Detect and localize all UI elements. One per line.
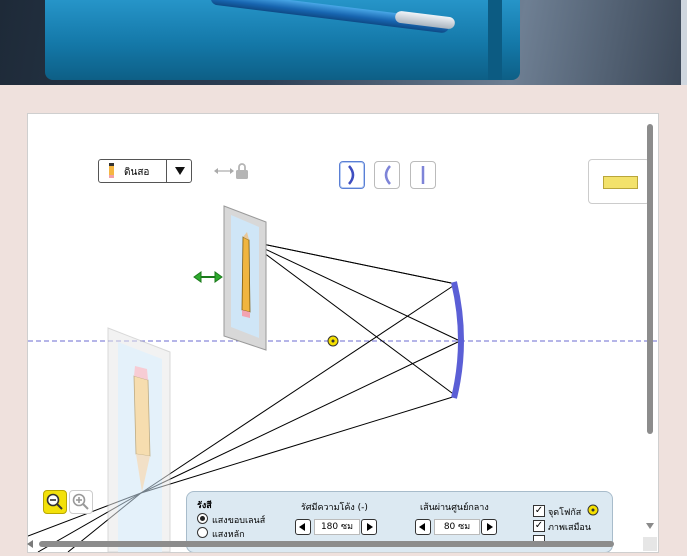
- horizontal-scrollbar[interactable]: [27, 537, 657, 551]
- pencil-icon: [109, 163, 114, 178]
- diameter-increase-button[interactable]: [481, 519, 497, 535]
- window-edge: [681, 0, 687, 85]
- lock-icon[interactable]: [214, 162, 254, 180]
- radius-decrease-button[interactable]: [295, 519, 311, 535]
- vertical-scrollbar[interactable]: [643, 113, 657, 538]
- radius-increase-button[interactable]: [361, 519, 377, 535]
- focal-point-legend-icon: [587, 504, 599, 516]
- convex-mirror-button[interactable]: [374, 161, 400, 189]
- focal-points-label: จุดโฟกัส: [548, 508, 582, 518]
- virtual-image-checkbox[interactable]: ✓: [533, 520, 545, 532]
- radius-value: 180 ซม: [314, 519, 360, 535]
- scrollbar-corner: [643, 537, 657, 551]
- rays-title: รังสี: [197, 501, 212, 511]
- zoom-out-button[interactable]: [43, 490, 67, 514]
- focal-point-marker: [327, 335, 339, 347]
- concave-mirror-button[interactable]: [339, 161, 365, 189]
- move-object-arrow[interactable]: [193, 271, 223, 283]
- scroll-down-arrow[interactable]: [646, 523, 654, 529]
- dropdown-toggle[interactable]: [166, 160, 192, 182]
- diameter-decrease-button[interactable]: [415, 519, 431, 535]
- zoom-out-icon: [46, 493, 63, 510]
- virtual-image-label: ภาพเสมือน: [548, 523, 591, 533]
- plane-mirror-button[interactable]: [410, 161, 436, 189]
- diameter-label: เส้นผ่านศูนย์กลาง: [420, 503, 489, 513]
- vertical-scroll-thumb[interactable]: [647, 124, 653, 434]
- object-dropdown[interactable]: ดินสอ: [98, 159, 192, 183]
- object-dropdown-label: ดินสอ: [124, 167, 150, 178]
- notebook-band: [488, 0, 502, 80]
- virtual-image: [107, 327, 171, 552]
- ruler-button[interactable]: [588, 159, 650, 204]
- radius-label: รัศมีความโค้ง (-): [301, 503, 368, 513]
- chevron-down-icon: [175, 167, 185, 175]
- rays-option-marginal-radio[interactable]: [197, 513, 208, 524]
- banner-photo: [0, 0, 687, 85]
- plane-mirror-icon: [421, 166, 425, 184]
- ruler-icon: [603, 176, 638, 189]
- diameter-value: 80 ซม: [434, 519, 480, 535]
- focal-points-checkbox[interactable]: ✓: [533, 505, 545, 517]
- rays-option-marginal-label: แสงขอบเลนส์: [212, 516, 266, 526]
- concave-mirror-icon: [348, 165, 355, 185]
- scroll-left-arrow[interactable]: [27, 540, 33, 548]
- convex-mirror-icon: [384, 165, 391, 185]
- object-pencil-frame[interactable]: [223, 205, 267, 351]
- simulation-area[interactable]: ดินสอ รังสี แสงขอบเลนส์ แสงหลัก รัศมีควา…: [27, 113, 659, 553]
- zoom-in-icon: [72, 493, 89, 510]
- zoom-in-button[interactable]: [69, 490, 93, 514]
- horizontal-scroll-thumb[interactable]: [39, 541, 614, 547]
